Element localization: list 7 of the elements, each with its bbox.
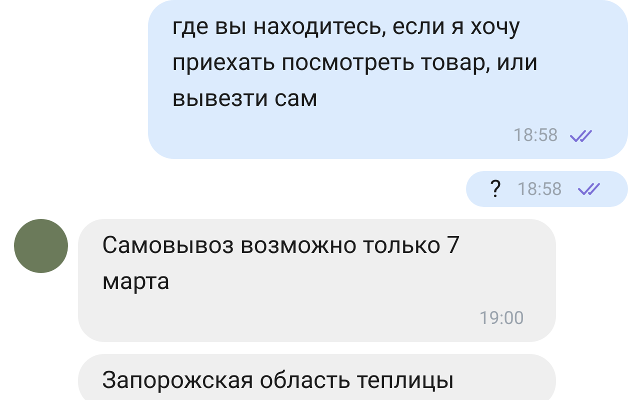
message-time: 18:58 bbox=[517, 178, 562, 202]
message-text: ? bbox=[490, 174, 502, 205]
message-text: где вы находитесь, если я хочу приехать посмотреть товар, или вывезти сам bbox=[172, 11, 539, 114]
message-time: 18:58 bbox=[513, 124, 558, 148]
message-time: 19:00 bbox=[479, 307, 524, 331]
message-text: Самовывоз возможно только 7 марта bbox=[102, 230, 462, 297]
message-text: Запорожская область теплицы bbox=[102, 365, 456, 396]
